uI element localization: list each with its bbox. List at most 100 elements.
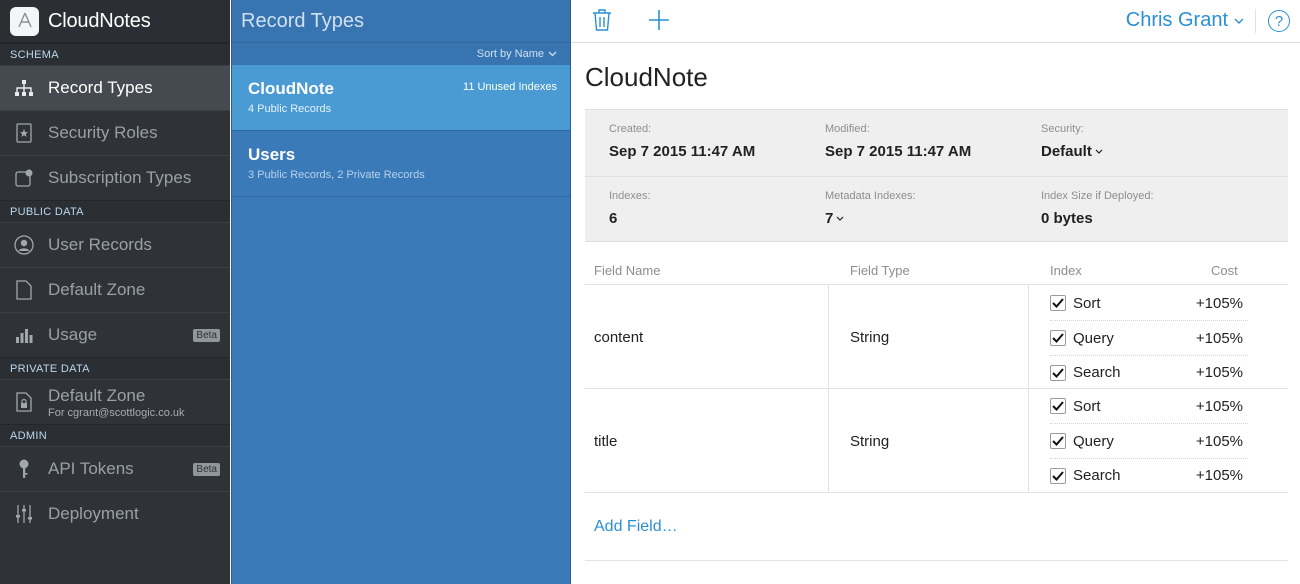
app-header: CloudNotes xyxy=(0,0,230,43)
sort-dropdown[interactable]: Sort by Name xyxy=(232,43,570,65)
checkbox-checked-icon[interactable] xyxy=(1050,295,1066,311)
add-icon[interactable] xyxy=(648,8,670,37)
sidebar-item-text: Default Zone For cgrant@scottlogic.co.uk xyxy=(48,386,185,419)
checkbox-checked-icon[interactable] xyxy=(1050,330,1066,346)
sidebar-item-usage[interactable]: Usage Beta xyxy=(0,312,230,357)
checkbox-checked-icon[interactable] xyxy=(1050,433,1066,449)
index-cost: +105% xyxy=(1195,329,1243,347)
chevron-down-icon xyxy=(836,213,844,224)
index-label: Query xyxy=(1073,329,1114,347)
metadata-indexes-info: Metadata Indexes: 7 xyxy=(825,190,916,227)
sidebar-item-sublabel: For cgrant@scottlogic.co.uk xyxy=(48,406,185,419)
app-title: CloudNotes xyxy=(48,9,151,32)
info-row: Indexes: 6 Metadata Indexes: 7 Index Siz… xyxy=(585,176,1288,242)
checkbox-checked-icon[interactable] xyxy=(1050,364,1066,381)
lock-document-icon xyxy=(0,392,48,412)
sidebar-item-label: Deployment xyxy=(48,504,139,523)
sidebar-item-record-types[interactable]: Record Types xyxy=(0,65,230,110)
section-label-schema: SCHEMA xyxy=(0,43,230,65)
chevron-down-icon xyxy=(1234,14,1244,28)
record-types-pane: Record Types Sort by Name CloudNote 4 Pu… xyxy=(231,0,571,584)
sidebar-item-label: Default Zone xyxy=(48,280,146,299)
field-type: String xyxy=(850,433,890,450)
subscription-icon xyxy=(0,169,48,187)
index-label: Search xyxy=(1073,467,1121,484)
column-divider xyxy=(828,285,829,389)
sidebar-item-label: Usage xyxy=(48,325,98,344)
field-name[interactable]: content xyxy=(594,329,643,346)
column-divider xyxy=(1028,285,1029,389)
toolbar-divider xyxy=(1255,9,1256,33)
security-role-icon xyxy=(0,123,48,143)
column-header-field-type: Field Type xyxy=(850,263,910,278)
checkbox-checked-icon[interactable] xyxy=(1050,398,1066,414)
sliders-icon xyxy=(0,504,48,524)
section-label-public-data: PUBLIC DATA xyxy=(0,200,230,222)
trash-icon[interactable] xyxy=(592,8,612,37)
add-field-link[interactable]: Add Field… xyxy=(594,518,678,536)
bar-chart-icon xyxy=(0,327,48,343)
column-header-field-name: Field Name xyxy=(594,263,661,278)
column-header-cost: Cost xyxy=(1211,263,1238,278)
record-type-info: Created: Sep 7 2015 11:47 AM Modified: S… xyxy=(585,109,1288,242)
column-divider xyxy=(828,389,829,493)
created-label: Created: xyxy=(609,123,652,135)
index-size-value: 0 bytes xyxy=(1041,210,1093,227)
record-type-name: Users xyxy=(248,145,296,164)
checkbox-checked-icon[interactable] xyxy=(1050,467,1066,484)
index-cost: +105% xyxy=(1195,397,1243,415)
key-icon xyxy=(0,459,48,479)
index-label: Query xyxy=(1073,432,1114,450)
help-button[interactable]: ? xyxy=(1268,10,1290,32)
sidebar-item-subscription-types[interactable]: Subscription Types xyxy=(0,155,230,200)
beta-badge: Beta xyxy=(193,329,220,342)
index-cost: +105% xyxy=(1195,432,1243,450)
index-option: Search +105% xyxy=(1050,458,1248,493)
indexes-value: 6 xyxy=(609,210,618,227)
table-row: title String Sort +105% Query +105% Sear… xyxy=(585,389,1288,493)
field-name[interactable]: title xyxy=(594,433,617,450)
hierarchy-icon xyxy=(0,80,48,96)
sidebar-item-default-zone-public[interactable]: Default Zone xyxy=(0,267,230,312)
sidebar-item-label: Record Types xyxy=(48,78,153,97)
user-icon xyxy=(0,235,48,255)
table-row: content String Sort +105% Query +105% Se… xyxy=(585,285,1288,389)
unused-indexes-badge: 11 Unused Indexes xyxy=(463,81,557,93)
security-label: Security: xyxy=(1041,123,1084,135)
index-label: Search xyxy=(1073,364,1121,381)
index-cost: +105% xyxy=(1195,294,1243,312)
sidebar: CloudNotes SCHEMA Record Types Security … xyxy=(0,0,230,584)
index-option: Sort +105% xyxy=(1050,389,1248,424)
metadata-indexes-dropdown[interactable]: 7 xyxy=(825,210,916,227)
sidebar-item-deployment[interactable]: Deployment xyxy=(0,491,230,536)
cloudkit-logo-icon xyxy=(10,6,39,36)
security-info: Security: Default xyxy=(1041,123,1103,160)
sort-label: Sort by Name xyxy=(476,48,544,60)
detail-pane: Chris Grant ? CloudNote Created: Sep 7 2… xyxy=(572,0,1300,584)
index-option: Sort +105% xyxy=(1050,286,1248,321)
metadata-indexes-value: 7 xyxy=(825,210,834,227)
record-type-title: CloudNote xyxy=(585,62,708,92)
section-label-admin: ADMIN xyxy=(0,424,230,446)
security-value: Default xyxy=(1041,143,1092,160)
index-size-label: Index Size if Deployed: xyxy=(1041,190,1154,202)
security-dropdown[interactable]: Default xyxy=(1041,143,1103,160)
beta-badge: Beta xyxy=(193,463,220,476)
sidebar-item-label: User Records xyxy=(48,235,152,254)
sidebar-item-user-records[interactable]: User Records xyxy=(0,222,230,267)
modified-value: Sep 7 2015 11:47 AM xyxy=(825,143,972,160)
divider xyxy=(585,560,1288,561)
sidebar-item-default-zone-private[interactable]: Default Zone For cgrant@scottlogic.co.uk xyxy=(0,379,230,424)
user-name: Chris Grant xyxy=(1125,9,1228,31)
document-icon xyxy=(0,280,48,300)
record-type-item-users[interactable]: Users 3 Public Records, 2 Private Record… xyxy=(232,131,570,197)
record-type-count: 3 Public Records, 2 Private Records xyxy=(248,169,425,181)
user-menu[interactable]: Chris Grant xyxy=(1126,9,1244,32)
indexes-label: Indexes: xyxy=(609,190,651,202)
sidebar-item-security-roles[interactable]: Security Roles xyxy=(0,110,230,155)
sidebar-item-api-tokens[interactable]: API Tokens Beta xyxy=(0,446,230,491)
column-header-index: Index xyxy=(1050,263,1082,278)
record-type-item-cloudnote[interactable]: CloudNote 4 Public Records 11 Unused Ind… xyxy=(232,65,570,131)
toolbar: Chris Grant ? xyxy=(572,0,1300,43)
chevron-down-icon xyxy=(548,48,557,60)
